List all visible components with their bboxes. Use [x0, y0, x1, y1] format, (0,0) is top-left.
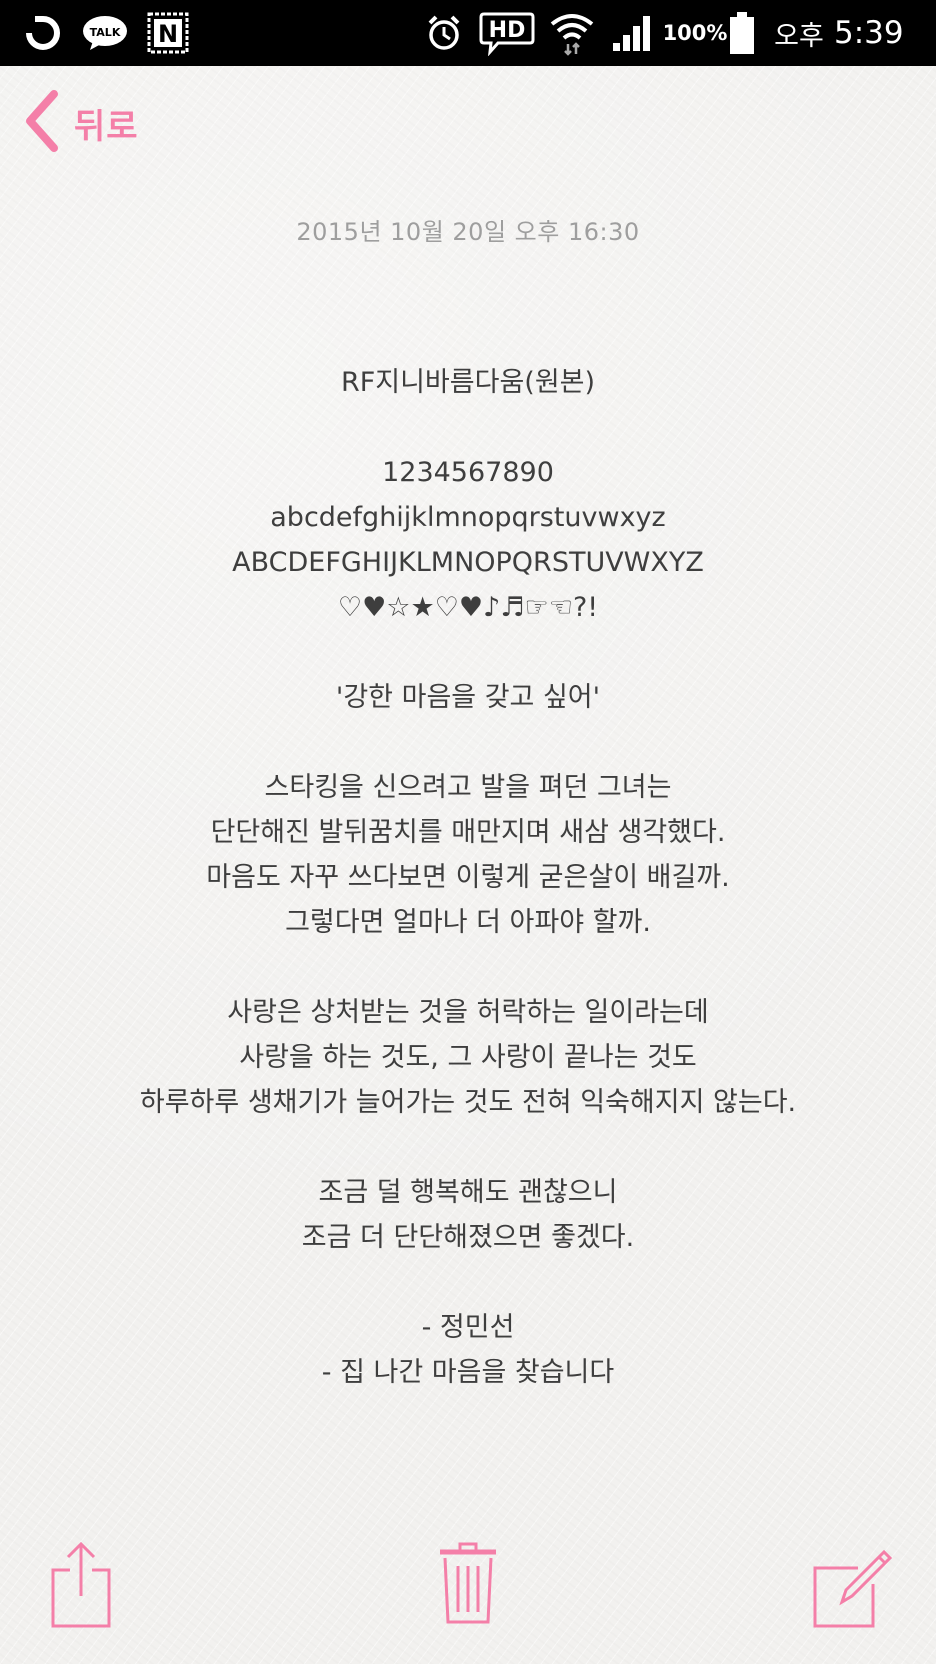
note-line: abcdefghijklmnopqrstuvwxyz	[270, 502, 666, 533]
naver-icon: N	[146, 0, 190, 66]
hd-label: HD	[489, 18, 526, 43]
compose-button[interactable]	[810, 1544, 893, 1634]
status-bar: TALK N HD 100% 오후 5:39	[0, 0, 936, 66]
battery-percent: 100%	[662, 21, 728, 45]
signal-icon	[610, 0, 656, 66]
note-line: 하루하루 생채기가 늘어가는 것도 전혀 익숙해지지 않는다.	[139, 1087, 797, 1118]
n-label: N	[158, 20, 178, 48]
status-ampm: 오후	[774, 20, 824, 52]
note-line: 마음도 자꾸 쓰다보면 이렇게 굳은살이 배길까.	[206, 862, 730, 893]
trash-icon	[438, 1542, 498, 1630]
note-line: 조금 덜 행복해도 괜찮으니	[318, 1177, 618, 1208]
status-time: 5:39	[834, 15, 904, 51]
note-line: - 집 나간 마음을 찾습니다	[321, 1357, 615, 1388]
share-button[interactable]	[48, 1540, 114, 1634]
note-line: 사랑을 하는 것도, 그 사랑이 끝나는 것도	[239, 1042, 697, 1073]
note-line: '강한 마음을 갖고 싶어'	[335, 682, 601, 713]
back-button[interactable]: 뒤로	[22, 90, 139, 156]
delete-button[interactable]	[438, 1542, 498, 1630]
wifi-icon	[548, 0, 596, 66]
note-line: 1234567890	[382, 457, 554, 488]
note-line: 그렇다면 얼마나 더 아파야 할까.	[285, 907, 651, 938]
note-date: 2015년 10월 20일 오후 16:30	[296, 218, 640, 246]
hd-icon: HD	[478, 0, 536, 66]
note-line: 스타킹을 신으려고 발을 펴던 그녀는	[264, 772, 672, 803]
kakaotalk-icon: TALK	[80, 0, 130, 66]
chevron-left-icon	[22, 90, 62, 156]
note-line: RF지니바름다움(원본)	[340, 367, 596, 398]
note-body[interactable]: RF지니바름다움(원본) 1234567890 abcdefghijklmnopqr…	[0, 360, 936, 1395]
note-line: - 정민선	[421, 1312, 515, 1343]
note-line: 단단해진 발뒤꿈치를 매만지며 새삼 생각했다.	[210, 817, 726, 848]
note-line: 조금 더 단단해졌으면 좋겠다.	[301, 1222, 635, 1253]
note-line: ABCDEFGHIJKLMNOPQRSTUVWXYZ	[232, 547, 704, 578]
share-icon	[48, 1541, 114, 1634]
talk-label: TALK	[90, 26, 121, 39]
note-line: ♡♥☆★♡♥♪♬☞☜?!	[337, 592, 599, 623]
battery-icon	[726, 0, 758, 66]
note-line: 사랑은 상처받는 것을 허락하는 일이라는데	[227, 997, 709, 1028]
back-label: 뒤로	[74, 106, 139, 147]
alarm-icon	[422, 0, 466, 66]
olleh-icon	[20, 0, 66, 66]
compose-icon	[810, 1549, 893, 1634]
